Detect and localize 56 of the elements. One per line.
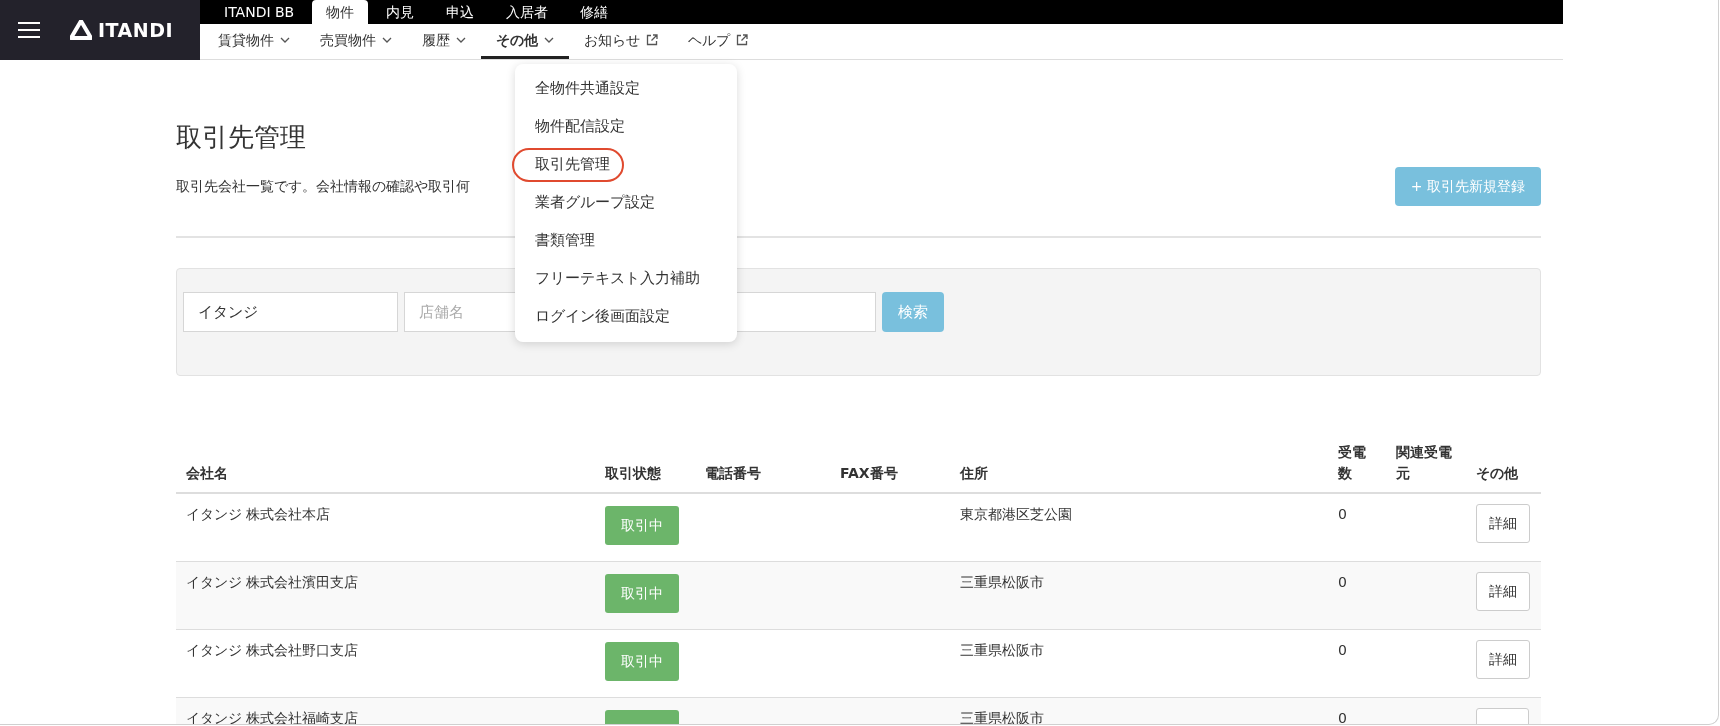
nav-link[interactable]: 売買物件: [305, 24, 407, 59]
menu-item[interactable]: 業者グループ設定: [515, 184, 737, 222]
nav-link[interactable]: その他: [481, 24, 569, 59]
column-header: その他: [1466, 434, 1541, 494]
column-header: 住所: [950, 434, 1328, 494]
column-header: 取引状態: [595, 434, 695, 494]
details-button[interactable]: 詳細: [1476, 639, 1530, 679]
product-tab[interactable]: 物件: [312, 0, 369, 24]
status-badge: 取引中: [605, 641, 679, 681]
menu-item[interactable]: 全物件共通設定: [515, 70, 737, 108]
call-count: 0: [1328, 697, 1386, 724]
company-name: イタンジ 株式会社濱田支店: [176, 561, 595, 630]
address: 東京都港区芝公園: [950, 493, 1328, 562]
status-badge: 取引中: [605, 573, 679, 613]
nav-link[interactable]: 賃貸物件: [203, 24, 305, 59]
product-tab[interactable]: 申込: [432, 0, 489, 24]
nav-link[interactable]: 履歴: [407, 24, 481, 59]
status-badge: 取引中: [605, 506, 679, 546]
menu-item[interactable]: 物件配信設定: [515, 108, 737, 146]
call-count: 0: [1328, 561, 1386, 630]
column-header: 受電数: [1328, 434, 1386, 494]
company-name: イタンジ 株式会社福崎支店: [176, 697, 595, 724]
call-count: 0: [1328, 629, 1386, 698]
product-tab[interactable]: 修繕: [566, 0, 623, 24]
page-description: 取引先会社一覧です。会社情報の確認や取引何: [176, 177, 470, 197]
product-tab[interactable]: 内見: [372, 0, 429, 24]
company-name: イタンジ 株式会社野口支店: [176, 629, 595, 698]
select-field[interactable]: [736, 292, 876, 333]
chevron-down-icon: [382, 37, 392, 43]
address: 三重県松阪市: [950, 697, 1328, 724]
product-tab[interactable]: ITANDI BB: [210, 0, 309, 24]
details-button[interactable]: 詳細: [1476, 571, 1530, 611]
column-header: 電話番号: [695, 434, 830, 494]
product-tab[interactable]: 入居者: [492, 0, 563, 24]
external-link-icon: [736, 34, 748, 46]
nav-link[interactable]: お知らせ: [569, 24, 673, 59]
external-link-icon: [646, 34, 658, 46]
nav-link[interactable]: ヘルプ: [673, 24, 763, 59]
column-header: 関連受電元: [1386, 434, 1466, 494]
details-button[interactable]: 詳細: [1476, 504, 1530, 544]
menu-icon[interactable]: [18, 21, 40, 39]
chevron-down-icon: [544, 37, 554, 43]
menu-item[interactable]: 書類管理: [515, 222, 737, 260]
chevron-down-icon: [456, 37, 466, 43]
company-name: イタンジ 株式会社本店: [176, 493, 595, 562]
page-title: 取引先管理: [176, 122, 306, 154]
logo-text: ITANDI: [98, 17, 173, 43]
menu-item[interactable]: 取引先管理: [510, 146, 626, 184]
call-count: 0: [1328, 493, 1386, 562]
address: 三重県松阪市: [950, 629, 1328, 698]
column-header: 会社名: [176, 434, 595, 494]
chevron-down-icon: [280, 37, 290, 43]
logo-icon: [70, 20, 92, 40]
address: 三重県松阪市: [950, 561, 1328, 630]
input-field[interactable]: イタンジ: [183, 292, 398, 333]
column-header: FAX番号: [830, 434, 950, 494]
